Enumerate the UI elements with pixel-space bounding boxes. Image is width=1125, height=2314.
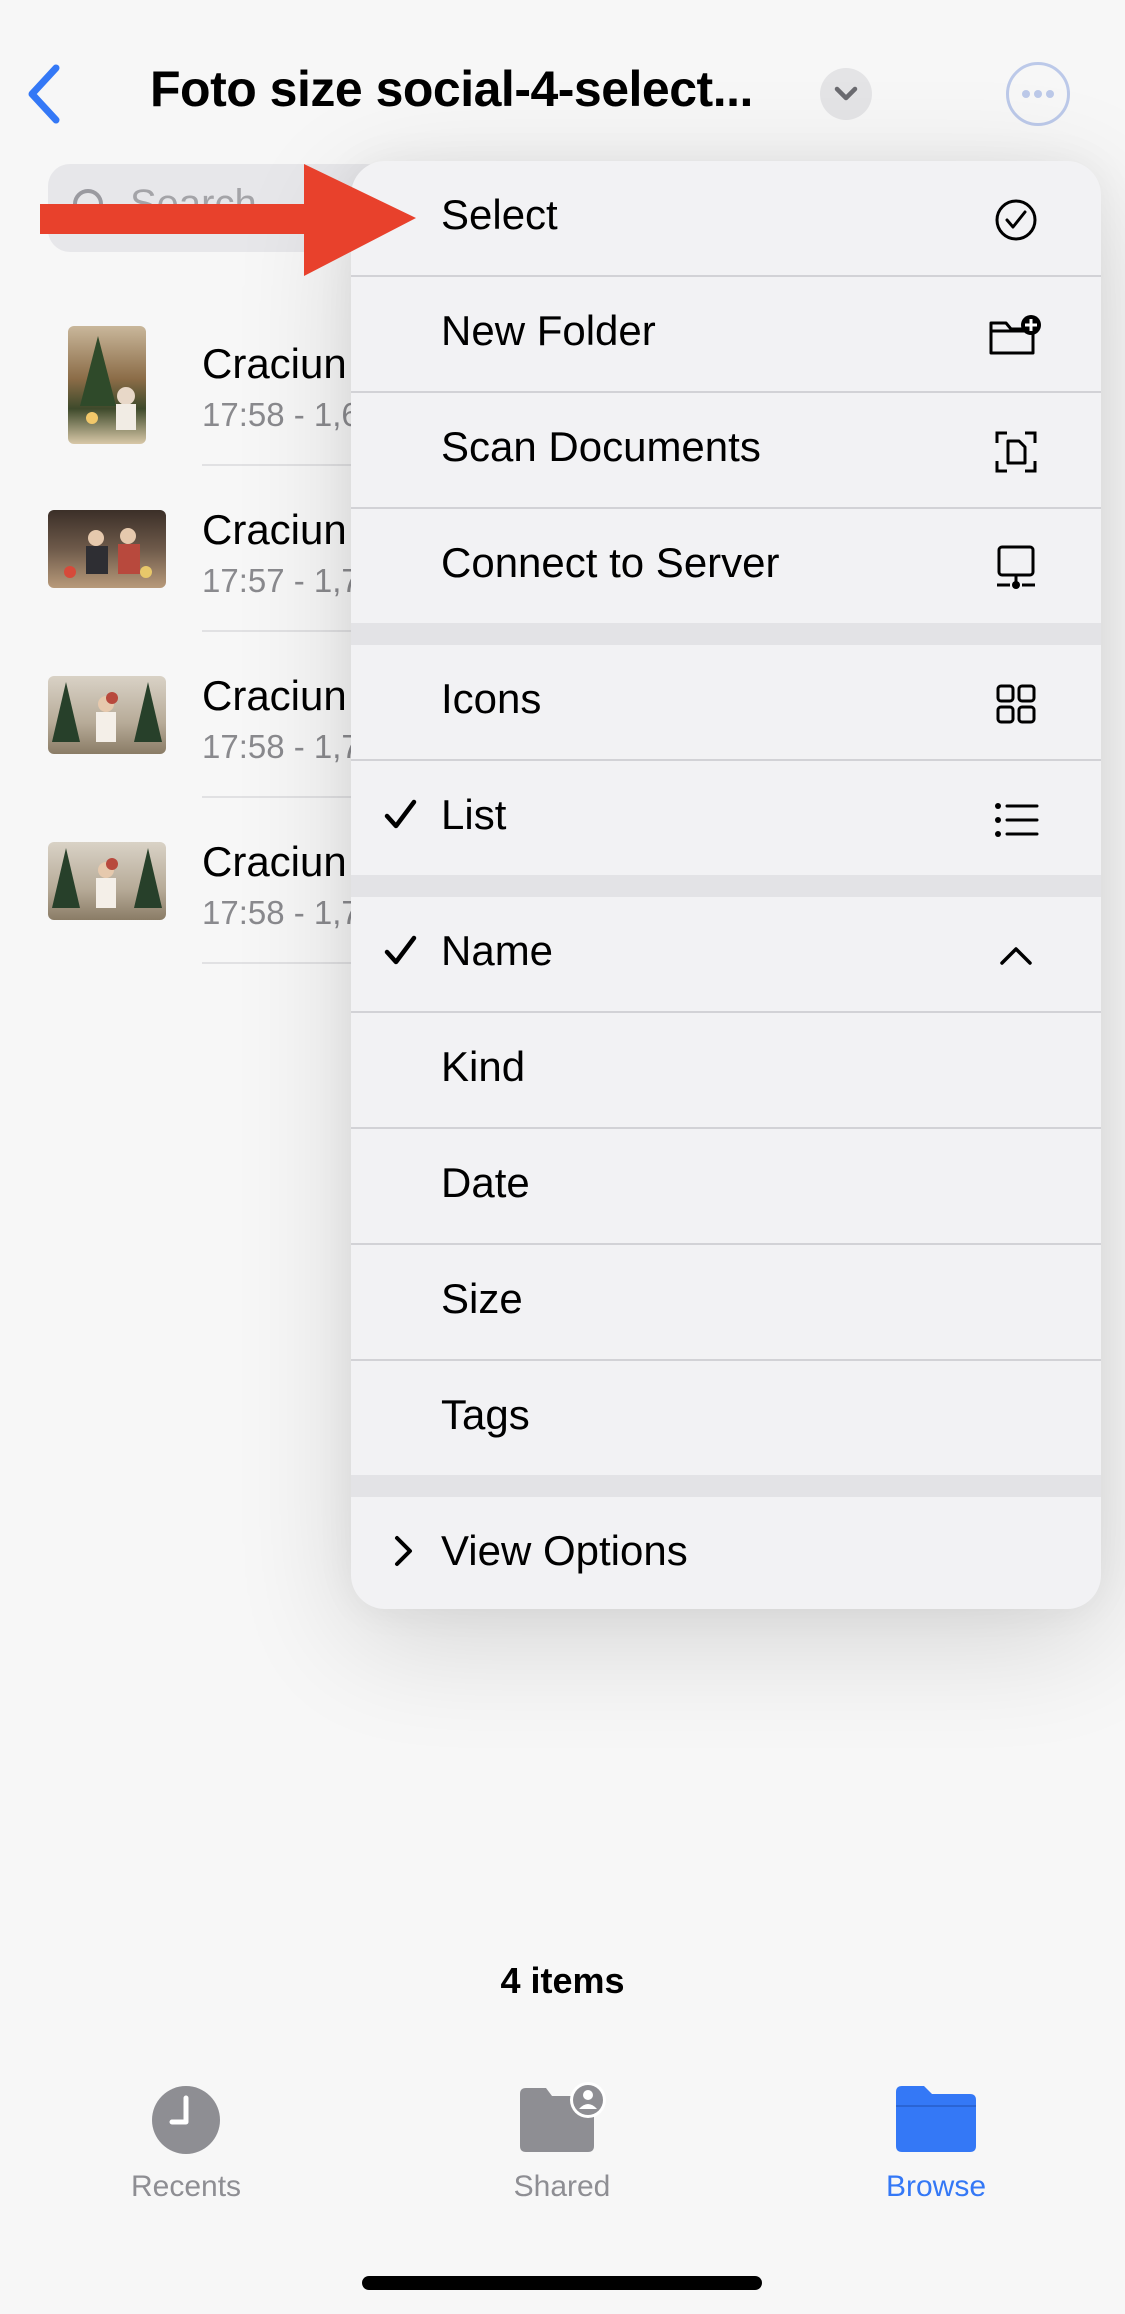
menu-item-label: Name [441, 927, 554, 974]
folder-plus-icon [989, 315, 1041, 355]
menu-item-label: Date [441, 1159, 530, 1206]
menu-item-new-folder[interactable]: New Folder [351, 277, 1101, 391]
chevron-up-icon [1000, 947, 1032, 965]
file-thumbnail [48, 510, 166, 588]
menu-item-connect-to-server[interactable]: Connect to Server [351, 509, 1101, 623]
file-thumbnail [48, 676, 166, 754]
shared-folder-icon [520, 2082, 606, 2152]
file-row[interactable]: Craciun 17:58 - 1,7 [0, 820, 372, 986]
file-name: Craciun [202, 506, 347, 553]
menu-item-icons[interactable]: Icons [351, 645, 1101, 759]
tab-label: Browse [885, 2170, 987, 2203]
file-meta: 17:58 - 1,7 [202, 728, 360, 765]
file-name: Craciun [202, 340, 347, 387]
server-display-icon [997, 545, 1035, 589]
tab-browse[interactable]: Browse [806, 2080, 1066, 2210]
select-circle-check-icon [995, 199, 1037, 241]
annotation-arrow-icon [40, 164, 416, 276]
menu-item-list[interactable]: List [351, 761, 1101, 875]
file-meta: 17:58 - 1,6 [202, 396, 360, 433]
ellipsis-icon [1022, 90, 1054, 98]
file-row[interactable]: Craciun 17:57 - 1,7 [0, 488, 372, 654]
file-thumbnail [48, 842, 166, 920]
tab-label: Shared [513, 2170, 611, 2203]
menu-item-label: List [441, 791, 507, 838]
tab-label: Recents [130, 2170, 242, 2203]
file-meta: 17:57 - 1,7 [202, 562, 360, 599]
menu-section-gap [351, 875, 1101, 897]
tab-shared[interactable]: Shared [432, 2080, 692, 2210]
row-divider [202, 796, 372, 798]
menu-item-label: Scan Documents [441, 423, 761, 470]
checkmark-icon [384, 799, 417, 829]
menu-item-view-options[interactable]: View Options [351, 1497, 1101, 1609]
row-divider [202, 630, 372, 632]
file-meta: 17:58 - 1,7 [202, 894, 360, 931]
file-name: Craciun [202, 672, 347, 719]
list-icon [995, 803, 1039, 837]
menu-item-sort-tags[interactable]: Tags [351, 1361, 1101, 1475]
menu-item-sort-kind[interactable]: Kind [351, 1013, 1101, 1127]
back-chevron-icon[interactable] [22, 62, 66, 126]
menu-item-select[interactable]: Select [351, 161, 1101, 275]
menu-item-label: Size [441, 1275, 523, 1322]
home-indicator [362, 2276, 762, 2290]
chevron-right-icon [395, 1536, 412, 1566]
menu-section-gap [351, 1475, 1101, 1497]
file-name: Craciun [202, 838, 347, 885]
tab-recents[interactable]: Recents [56, 2080, 316, 2210]
title-chevron-down-icon[interactable] [820, 68, 872, 120]
grid-icon [996, 684, 1036, 724]
menu-section-gap [351, 623, 1101, 645]
item-count: 4 items [500, 1960, 625, 2001]
context-menu: Select New Folder Scan Documents Connect… [351, 161, 1101, 1609]
more-options-button[interactable] [1006, 62, 1070, 126]
menu-item-scan-documents[interactable]: Scan Documents [351, 393, 1101, 507]
menu-item-label: View Options [441, 1527, 688, 1574]
file-row[interactable]: Craciun 17:58 - 1,6 [0, 322, 372, 488]
file-row[interactable]: Craciun 17:58 - 1,7 [0, 654, 372, 820]
folder-title[interactable]: Foto size social-4-select... [150, 60, 753, 118]
scan-document-icon [995, 431, 1037, 473]
file-thumbnail [68, 326, 146, 444]
menu-item-label: Connect to Server [441, 539, 780, 586]
folder-icon [896, 2086, 976, 2152]
menu-item-label: Tags [441, 1391, 530, 1438]
menu-item-label: New Folder [441, 307, 656, 354]
menu-item-label: Icons [441, 675, 542, 722]
menu-item-sort-date[interactable]: Date [351, 1129, 1101, 1243]
menu-item-sort-name[interactable]: Name [351, 897, 1101, 1011]
row-divider [202, 464, 372, 466]
clock-icon [152, 2086, 220, 2154]
menu-item-label: Select [441, 191, 558, 238]
row-divider [202, 962, 372, 964]
menu-item-sort-size[interactable]: Size [351, 1245, 1101, 1359]
checkmark-icon [384, 935, 417, 965]
menu-item-label: Kind [441, 1043, 526, 1090]
